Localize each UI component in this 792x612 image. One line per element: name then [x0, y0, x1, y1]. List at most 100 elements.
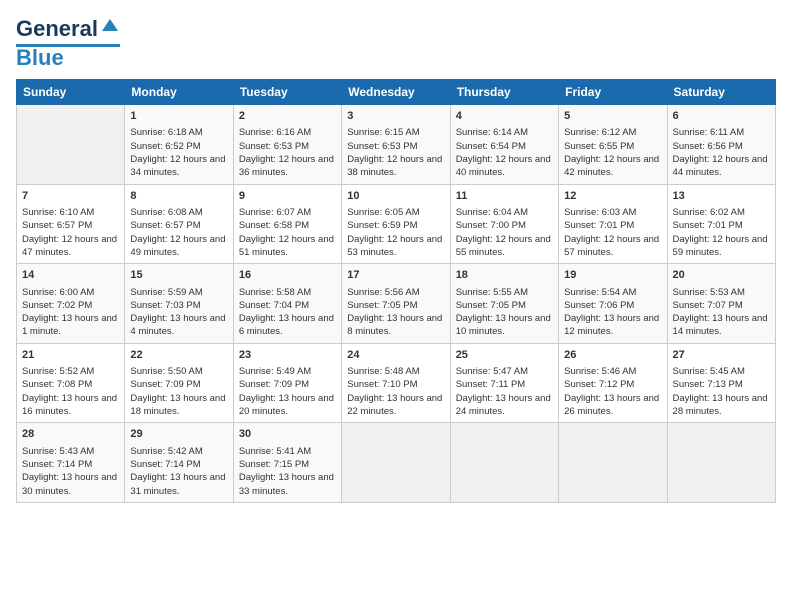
sunrise-text: Sunrise: 6:02 AM: [673, 206, 770, 219]
day-cell: 2 Sunrise: 6:16 AMSunset: 6:53 PMDaylight…: [233, 105, 341, 185]
week-row-1: 1Sunrise: 6:18 AMSunset: 6:52 PMDaylight…: [17, 105, 776, 185]
sunset-text: Sunset: 7:06 PM: [564, 299, 661, 312]
week-row-2: 7Sunrise: 6:10 AMSunset: 6:57 PMDaylight…: [17, 184, 776, 264]
sunset-text: Sunset: 7:11 PM: [456, 378, 553, 391]
sunrise-text: Sunrise: 6:12 AM: [564, 126, 661, 139]
day-number: 19: [564, 268, 661, 283]
sunrise-text: Sunrise: 6:11 AM: [673, 126, 770, 139]
daylight-text: Daylight: 13 hours and 22 minutes.: [347, 392, 444, 419]
day-number: 16: [239, 268, 336, 283]
day-header-sunday: Sunday: [17, 80, 125, 105]
day-cell: 9Sunrise: 6:07 AMSunset: 6:58 PMDaylight…: [233, 184, 341, 264]
daylight-text: Daylight: 12 hours and 51 minutes.: [239, 233, 336, 260]
day-number: 7: [22, 189, 119, 204]
sunset-text: Sunset: 7:09 PM: [130, 378, 227, 391]
daylight-text: Daylight: 13 hours and 31 minutes.: [130, 471, 227, 498]
sunset-text: Sunset: 6:57 PM: [130, 219, 227, 232]
sunset-text: Sunset: 7:08 PM: [22, 378, 119, 391]
sunset-text: Sunset: 6:55 PM: [564, 140, 661, 153]
day-number: 24: [347, 348, 444, 363]
sunrise-text: Sunrise: 5:48 AM: [347, 365, 444, 378]
day-cell: 27Sunrise: 5:45 AMSunset: 7:13 PMDayligh…: [667, 343, 775, 423]
daylight-text: Daylight: 13 hours and 26 minutes.: [564, 392, 661, 419]
day-number: 2: [239, 109, 336, 124]
day-cell: 30Sunrise: 5:41 AMSunset: 7:15 PMDayligh…: [233, 423, 341, 503]
daylight-text: Daylight: 12 hours and 49 minutes.: [130, 233, 227, 260]
sunrise-text: Sunrise: 5:49 AM: [239, 365, 336, 378]
sunrise-text: Sunrise: 5:58 AM: [239, 286, 336, 299]
sunset-text: Sunset: 7:00 PM: [456, 219, 553, 232]
daylight-text: Daylight: 12 hours and 57 minutes.: [564, 233, 661, 260]
day-number: 8: [130, 189, 227, 204]
day-cell: 12Sunrise: 6:03 AMSunset: 7:01 PMDayligh…: [559, 184, 667, 264]
day-number: 18: [456, 268, 553, 283]
daylight-text: Daylight: 13 hours and 18 minutes.: [130, 392, 227, 419]
daylight-text: Daylight: 13 hours and 1 minute.: [22, 312, 119, 339]
daylight-text: Daylight: 12 hours and 42 minutes.: [564, 153, 661, 180]
sunrise-text: Sunrise: 5:42 AM: [130, 445, 227, 458]
day-cell: 3Sunrise: 6:15 AMSunset: 6:53 PMDaylight…: [342, 105, 450, 185]
day-header-monday: Monday: [125, 80, 233, 105]
daylight-text: Daylight: 13 hours and 12 minutes.: [564, 312, 661, 339]
day-number: 10: [347, 189, 444, 204]
week-row-3: 14Sunrise: 6:00 AMSunset: 7:02 PMDayligh…: [17, 264, 776, 344]
daylight-text: Daylight: 12 hours and 44 minutes.: [673, 153, 770, 180]
sunset-text: Sunset: 6:59 PM: [347, 219, 444, 232]
daylight-text: Daylight: 13 hours and 16 minutes.: [22, 392, 119, 419]
day-number: 13: [673, 189, 770, 204]
sunrise-text: Sunrise: 5:53 AM: [673, 286, 770, 299]
daylight-text: Daylight: 13 hours and 14 minutes.: [673, 312, 770, 339]
daylight-text: Daylight: 13 hours and 24 minutes.: [456, 392, 553, 419]
sunset-text: Sunset: 7:04 PM: [239, 299, 336, 312]
sunrise-text: Sunrise: 6:08 AM: [130, 206, 227, 219]
day-cell: 11Sunrise: 6:04 AMSunset: 7:00 PMDayligh…: [450, 184, 558, 264]
sunset-text: Sunset: 7:10 PM: [347, 378, 444, 391]
sunrise-text: Sunrise: 6:07 AM: [239, 206, 336, 219]
day-header-friday: Friday: [559, 80, 667, 105]
day-number: 26: [564, 348, 661, 363]
daylight-text: Daylight: 13 hours and 20 minutes.: [239, 392, 336, 419]
day-number: 29: [130, 427, 227, 442]
sunset-text: Sunset: 6:52 PM: [130, 140, 227, 153]
day-number: 20: [673, 268, 770, 283]
day-cell: 26Sunrise: 5:46 AMSunset: 7:12 PMDayligh…: [559, 343, 667, 423]
logo-icon: [100, 17, 120, 37]
day-cell: 18Sunrise: 5:55 AMSunset: 7:05 PMDayligh…: [450, 264, 558, 344]
day-cell: [342, 423, 450, 503]
sunset-text: Sunset: 7:14 PM: [22, 458, 119, 471]
daylight-text: Daylight: 12 hours and 47 minutes.: [22, 233, 119, 260]
day-header-saturday: Saturday: [667, 80, 775, 105]
day-header-thursday: Thursday: [450, 80, 558, 105]
calendar-table: SundayMondayTuesdayWednesdayThursdayFrid…: [16, 79, 776, 503]
day-number: 3: [347, 109, 444, 124]
day-cell: [450, 423, 558, 503]
day-cell: [17, 105, 125, 185]
sunset-text: Sunset: 6:56 PM: [673, 140, 770, 153]
sunset-text: Sunset: 7:05 PM: [456, 299, 553, 312]
sunset-text: Sunset: 7:15 PM: [239, 458, 336, 471]
sunrise-text: Sunrise: 6:03 AM: [564, 206, 661, 219]
sunset-text: Sunset: 7:07 PM: [673, 299, 770, 312]
daylight-text: Daylight: 12 hours and 36 minutes.: [239, 153, 336, 180]
day-number: 5: [564, 109, 661, 124]
day-cell: 21Sunrise: 5:52 AMSunset: 7:08 PMDayligh…: [17, 343, 125, 423]
day-number: 6: [673, 109, 770, 124]
sunrise-text: Sunrise: 6:16 AM: [239, 126, 336, 139]
daylight-text: Daylight: 12 hours and 38 minutes.: [347, 153, 444, 180]
sunset-text: Sunset: 7:12 PM: [564, 378, 661, 391]
day-number: 25: [456, 348, 553, 363]
page-header: General Blue: [16, 16, 776, 71]
day-number: 23: [239, 348, 336, 363]
daylight-text: Daylight: 13 hours and 33 minutes.: [239, 471, 336, 498]
day-cell: 1Sunrise: 6:18 AMSunset: 6:52 PMDaylight…: [125, 105, 233, 185]
daylight-text: Daylight: 12 hours and 34 minutes.: [130, 153, 227, 180]
sunrise-text: Sunrise: 5:43 AM: [22, 445, 119, 458]
sunset-text: Sunset: 6:53 PM: [239, 140, 336, 153]
day-number: 15: [130, 268, 227, 283]
daylight-text: Daylight: 12 hours and 53 minutes.: [347, 233, 444, 260]
day-number: 30: [239, 427, 336, 442]
day-cell: 5 Sunrise: 6:12 AMSunset: 6:55 PMDaylight…: [559, 105, 667, 185]
day-cell: 22Sunrise: 5:50 AMSunset: 7:09 PMDayligh…: [125, 343, 233, 423]
day-cell: 13Sunrise: 6:02 AMSunset: 7:01 PMDayligh…: [667, 184, 775, 264]
sunrise-text: Sunrise: 6:15 AM: [347, 126, 444, 139]
